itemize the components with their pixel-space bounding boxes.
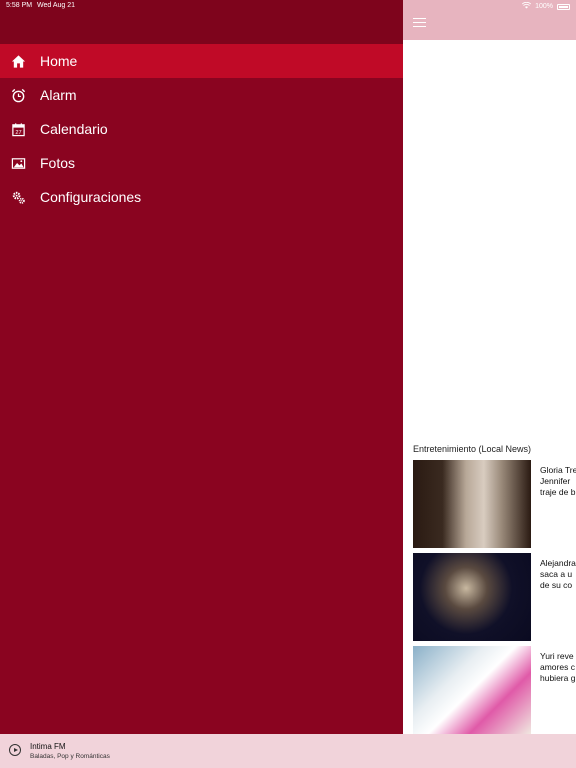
alarm-clock-icon xyxy=(11,88,26,103)
settings-gears-icon xyxy=(11,190,26,205)
menu-item-label: Configuraciones xyxy=(40,189,142,205)
section-title: Entretenimiento (Local News) xyxy=(413,444,532,454)
news-thumbnail-image xyxy=(413,460,531,548)
hamburger-menu-icon[interactable] xyxy=(413,18,426,28)
news-item[interactable]: Gloria Tre Jennifer traje de b xyxy=(413,460,576,548)
player-bar: Intima FM Baladas, Pop y Románticas xyxy=(0,734,576,768)
photos-icon xyxy=(11,156,26,171)
status-time: 5:58 PM xyxy=(6,2,33,9)
menu-item-configuraciones[interactable]: Configuraciones xyxy=(0,180,403,214)
menu-item-fotos[interactable]: Fotos xyxy=(0,146,403,180)
station-name: Intima FM xyxy=(30,742,66,751)
news-thumbnail-image xyxy=(413,553,531,641)
status-date: Wed Aug 21 xyxy=(37,2,76,9)
svg-text:27: 27 xyxy=(15,130,21,136)
navigation-drawer: Home Alarm 27 Calendario Fotos Configura… xyxy=(0,0,403,734)
status-right: 100% xyxy=(522,1,570,11)
calendar-icon: 27 xyxy=(11,122,26,137)
battery-icon xyxy=(557,3,570,10)
news-headline: Alejandra saca a u de su co xyxy=(540,558,576,590)
news-headline: Yuri reve amores c hubiera g xyxy=(540,651,576,683)
menu-item-label: Home xyxy=(40,53,78,69)
battery-percent: 100% xyxy=(535,3,553,10)
menu-item-label: Alarm xyxy=(40,87,77,103)
drawer-menu: Home Alarm 27 Calendario Fotos Configura… xyxy=(0,44,403,214)
news-headline: Gloria Tre Jennifer traje de b xyxy=(540,465,576,497)
home-icon xyxy=(11,54,26,69)
menu-item-alarm[interactable]: Alarm xyxy=(0,78,403,112)
status-bar: 5:58 PM Wed Aug 21 100% xyxy=(0,0,576,14)
menu-item-calendario[interactable]: 27 Calendario xyxy=(0,112,403,146)
wifi-icon xyxy=(522,1,532,11)
news-thumbnail-image xyxy=(413,646,531,734)
play-icon[interactable] xyxy=(9,744,21,756)
menu-item-home[interactable]: Home xyxy=(0,44,403,78)
menu-item-label: Fotos xyxy=(40,155,76,171)
menu-item-label: Calendario xyxy=(40,121,108,137)
station-subtitle: Baladas, Pop y Románticas xyxy=(30,753,110,760)
news-item[interactable]: Alejandra saca a u de su co xyxy=(413,553,576,641)
main-content: Entretenimiento (Local News) Gloria Tre … xyxy=(403,0,576,734)
news-item[interactable]: Yuri reve amores c hubiera g xyxy=(413,646,576,734)
